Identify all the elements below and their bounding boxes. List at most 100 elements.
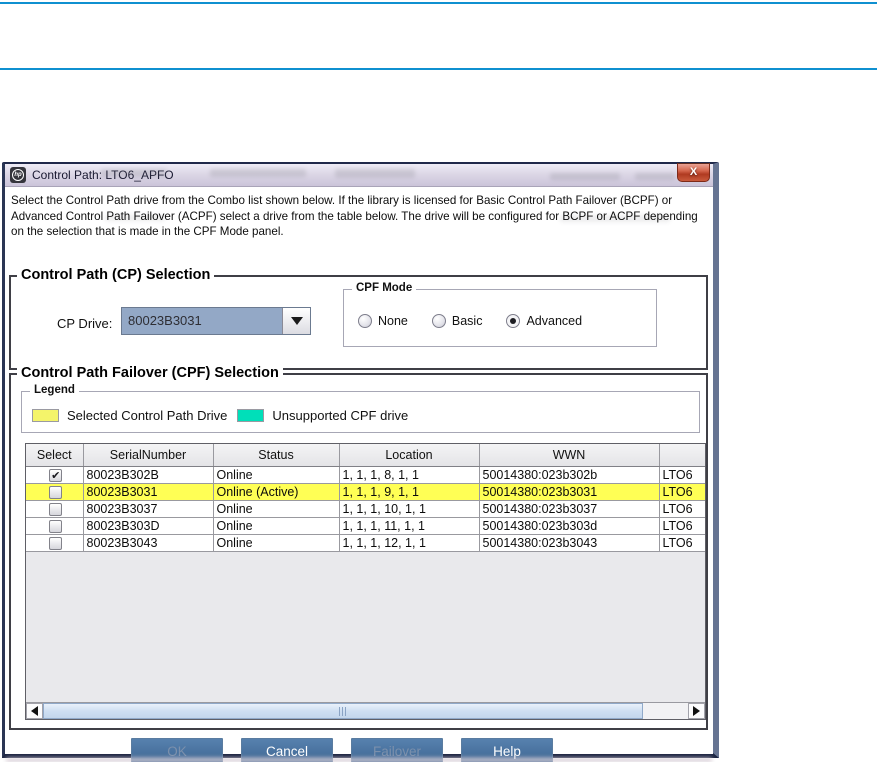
radio-selected-icon [506, 314, 520, 328]
scroll-right-button[interactable] [688, 703, 705, 719]
legend-swatch-icon [237, 409, 264, 422]
table-row[interactable]: 80023B3031Online (Active)1, 1, 1, 9, 1, … [26, 483, 705, 500]
serial-cell: 80023B3031 [83, 483, 213, 500]
type-cell: LTO6 [659, 500, 705, 517]
table-row[interactable]: 80023B3037Online1, 1, 1, 10, 1, 15001438… [26, 500, 705, 517]
legend-items: Selected Control Path Drive Unsupported C… [32, 408, 408, 423]
scrollbar-thumb[interactable] [43, 703, 643, 719]
wwn-cell: 50014380:023b3043 [479, 534, 659, 551]
legend-item: Selected Control Path Drive [32, 408, 227, 423]
radio-basic[interactable]: Basic [432, 314, 483, 328]
wwn-cell: 50014380:023b3031 [479, 483, 659, 500]
legend-item: Unsupported CPF drive [237, 408, 408, 423]
status-cell: Online [213, 466, 339, 483]
checkbox-unchecked[interactable] [49, 486, 62, 499]
radio-none[interactable]: None [358, 314, 408, 328]
page-rule-middle [0, 68, 877, 70]
select-cell [26, 517, 83, 534]
control-path-dialog: hp Control Path: LTO6_APFO X Select the … [2, 162, 719, 758]
cp-selection-group-title: Control Path (CP) Selection [17, 267, 214, 283]
type-cell: LTO6 [659, 517, 705, 534]
cpf-mode-options: None Basic Advanced [358, 314, 582, 328]
radio-label: None [378, 314, 408, 328]
cp-drive-combo[interactable]: 80023B3031 [121, 307, 311, 335]
serial-cell: 80023B3037 [83, 500, 213, 517]
select-cell [26, 500, 83, 517]
status-cell: Online (Active) [213, 483, 339, 500]
arrow-left-icon [31, 706, 38, 716]
close-button[interactable]: X [677, 163, 710, 182]
legend-label: Selected Control Path Drive [67, 408, 227, 423]
blur-artifact [550, 173, 620, 180]
serial-cell: 80023B3043 [83, 534, 213, 551]
cpf-selection-group: Control Path Failover (CPF) Selection Le… [9, 373, 708, 730]
cp-drive-label: CP Drive: [57, 316, 112, 331]
blur-artifact [635, 173, 675, 180]
cpf-mode-group-title: CPF Mode [352, 282, 416, 294]
cp-drive-value: 80023B3031 [122, 308, 282, 334]
drive-table: SelectSerialNumberStatusLocationWWN ✔800… [25, 443, 706, 720]
wwn-cell: 50014380:023b3037 [479, 500, 659, 517]
cp-drive-dropdown-button[interactable] [282, 308, 310, 334]
table-row[interactable]: ✔ 80023B302BOnline1, 1, 1, 8, 1, 15001438… [26, 466, 705, 483]
blur-artifact [210, 169, 306, 177]
drive-table-viewport: SelectSerialNumberStatusLocationWWN ✔800… [26, 444, 705, 702]
table-row[interactable]: 80023B303DOnline1, 1, 1, 11, 1, 15001438… [26, 517, 705, 534]
column-header-wwn[interactable]: WWN [479, 444, 659, 466]
radio-label: Basic [452, 314, 483, 328]
frame-glow [6, 758, 712, 762]
cpf-selection-group-title: Control Path Failover (CPF) Selection [17, 365, 283, 381]
type-cell: LTO6 [659, 466, 705, 483]
page: hp Control Path: LTO6_APFO X Select the … [0, 0, 877, 762]
column-header-location[interactable]: Location [339, 444, 479, 466]
status-cell: Online [213, 500, 339, 517]
column-header-select[interactable]: Select [26, 444, 83, 466]
location-cell: 1, 1, 1, 8, 1, 1 [339, 466, 479, 483]
radio-unselected-icon [432, 314, 446, 328]
chevron-down-icon [291, 317, 303, 325]
grip-icon [339, 707, 347, 716]
cp-selection-group: Control Path (CP) Selection CP Drive: 80… [9, 275, 708, 370]
title-bar[interactable]: hp Control Path: LTO6_APFO X [5, 164, 713, 187]
radio-label: Advanced [526, 314, 582, 328]
type-cell: LTO6 [659, 483, 705, 500]
checkbox-checked[interactable]: ✔ [49, 469, 62, 482]
table-header-row: SelectSerialNumberStatusLocationWWN [26, 444, 705, 466]
select-cell [26, 483, 83, 500]
location-cell: 1, 1, 1, 10, 1, 1 [339, 500, 479, 517]
select-cell [26, 534, 83, 551]
status-cell: Online [213, 534, 339, 551]
serial-cell: 80023B303D [83, 517, 213, 534]
close-icon: X [690, 166, 697, 178]
scroll-left-button[interactable] [26, 703, 43, 719]
radio-unselected-icon [358, 314, 372, 328]
column-header-serialnumber[interactable]: SerialNumber [83, 444, 213, 466]
hp-logo-icon: hp [10, 167, 26, 183]
table-row[interactable]: 80023B3043Online1, 1, 1, 12, 1, 15001438… [26, 534, 705, 551]
checkbox-unchecked[interactable] [49, 503, 62, 516]
radio-advanced[interactable]: Advanced [506, 314, 582, 328]
cpf-mode-group: CPF Mode NoneBasicAdvanced [343, 289, 657, 347]
horizontal-scrollbar[interactable] [26, 702, 705, 719]
legend-swatch-icon [32, 409, 59, 422]
legend-group: Legend Selected Control Path DriveUnsupp… [21, 391, 700, 433]
status-cell: Online [213, 517, 339, 534]
column-header[interactable] [659, 444, 705, 466]
page-rule-top [0, 2, 877, 4]
table-body: ✔80023B302BOnline1, 1, 1, 8, 1, 15001438… [26, 466, 705, 551]
checkbox-unchecked[interactable] [49, 520, 62, 533]
serial-cell: 80023B302B [83, 466, 213, 483]
location-cell: 1, 1, 1, 12, 1, 1 [339, 534, 479, 551]
type-cell: LTO6 [659, 534, 705, 551]
location-cell: 1, 1, 1, 9, 1, 1 [339, 483, 479, 500]
legend-group-title: Legend [30, 384, 79, 396]
checkbox-unchecked[interactable] [49, 537, 62, 550]
select-cell: ✔ [26, 466, 83, 483]
legend-label: Unsupported CPF drive [272, 408, 408, 423]
column-header-status[interactable]: Status [213, 444, 339, 466]
blur-artifact [335, 169, 415, 178]
scrollbar-track[interactable] [43, 703, 688, 719]
arrow-right-icon [693, 706, 700, 716]
wwn-cell: 50014380:023b302b [479, 466, 659, 483]
blur-artifact [101, 169, 167, 177]
